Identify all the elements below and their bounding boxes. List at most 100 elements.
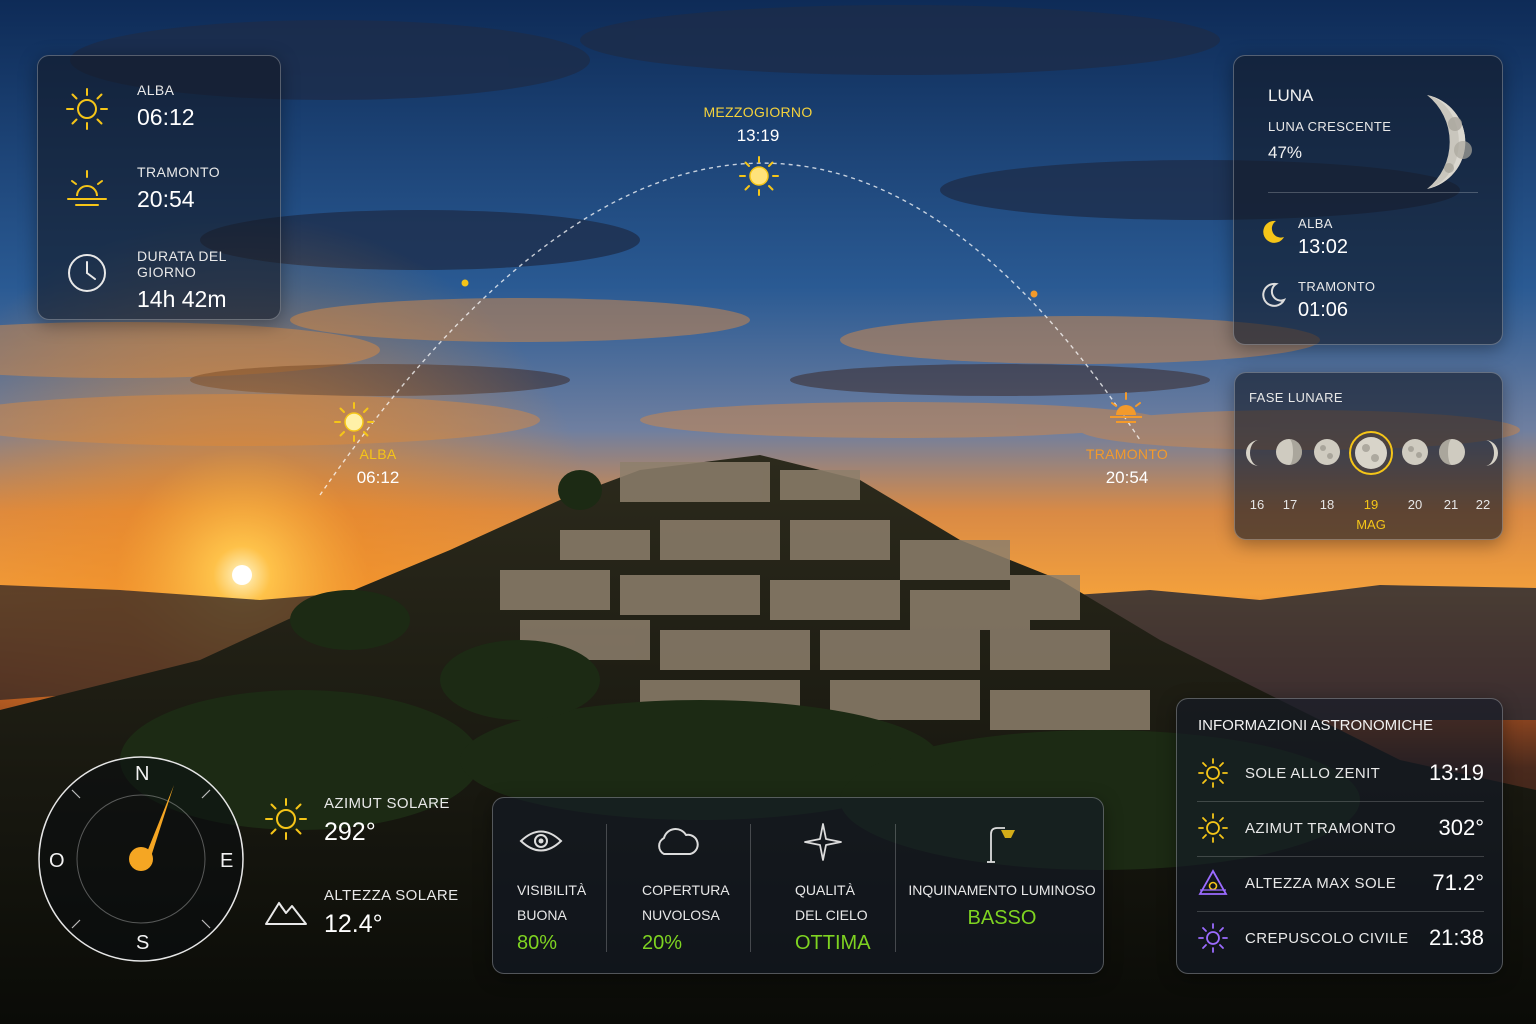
moon-image-icon: [1417, 92, 1479, 192]
astro-row-civil-twilight: CREPUSCOLO CIVILE 21:38: [1197, 911, 1484, 965]
cloud-label-1: COPERTURA: [642, 882, 730, 898]
star-icon: [803, 822, 843, 862]
phase-day-22: 22: [1475, 497, 1491, 512]
astro-title: INFORMAZIONI ASTRONOMICHE: [1198, 717, 1434, 734]
conditions-divider: [750, 824, 751, 952]
sunset-label: TRAMONTO: [137, 164, 221, 180]
moonset-time: 01:06: [1298, 299, 1349, 321]
sun-icon: [1197, 757, 1229, 789]
compass-north: N: [135, 763, 150, 785]
daylength-label: DURATA DEL GIORNO: [137, 248, 227, 280]
street-lamp-icon: [983, 822, 1019, 864]
moon-phase-16-icon[interactable]: [1245, 438, 1269, 468]
visibility-cell: VISIBILITÀ BUONA 80%: [517, 798, 607, 975]
arc-sunset-title: TRAMONTO: [1085, 446, 1169, 462]
sun-icon: [64, 86, 110, 132]
clock-icon: [64, 250, 110, 296]
moonrise-icon: [1258, 217, 1288, 247]
solar-altitude-label: ALTEZZA SOLARE: [324, 887, 459, 904]
moon-phase-name: LUNA CRESCENTE: [1268, 119, 1392, 134]
sky-quality-label-2: DEL CIELO: [795, 907, 868, 923]
sunset-row: [64, 166, 110, 212]
cloud-value: 20%: [642, 932, 683, 954]
solar-azimuth-value: 292°: [324, 818, 376, 846]
light-pollution-cell: INQUINAMENTO LUMINOSO BASSO: [907, 798, 1097, 975]
arc-sunrise-title: ALBA: [359, 446, 397, 462]
sky-conditions-panel: VISIBILITÀ BUONA 80% COPERTURA NUVOLOSA …: [492, 797, 1104, 974]
moon-phase-20-icon[interactable]: [1400, 437, 1430, 467]
solar-altitude-value: 12.4°: [324, 910, 383, 938]
arc-sunset-label: TRAMONTO 20:54: [1086, 446, 1168, 488]
astro-value-civil-twilight: 21:38: [1428, 925, 1484, 950]
compass-south: S: [136, 932, 150, 954]
sunset-time: 20:54: [137, 186, 195, 212]
sunrise-time: 06:12: [137, 104, 195, 130]
astro-row-max-altitude: ALTEZZA MAX SOLE 71.2°: [1197, 856, 1484, 910]
astro-label-civil-twilight: CREPUSCOLO CIVILE: [1245, 929, 1409, 947]
sun-times-panel: ALBA 06:12 TRAMONTO 20:54 DURATA DEL GIO…: [37, 55, 281, 320]
visibility-label-2: BUONA: [517, 907, 567, 923]
sky-quality-cell: QUALITÀ DEL CIELO OTTIMA: [795, 798, 885, 975]
moon-phase-21-icon[interactable]: [1437, 437, 1467, 467]
visibility-label-1: VISIBILITÀ: [517, 882, 587, 898]
moon-title: LUNA: [1268, 86, 1314, 105]
arc-sunset-time: 20:54: [1105, 468, 1149, 487]
moonset-icon: [1258, 280, 1288, 310]
astro-label-max-altitude: ALTEZZA MAX SOLE: [1245, 874, 1397, 892]
phase-day-19: 19: [1363, 497, 1379, 512]
sunset-icon: [64, 166, 110, 212]
phase-day-20: 20: [1407, 497, 1423, 512]
noon-title: MEZZOGIORNO: [703, 104, 813, 120]
moon-phase-panel: FASE LUNARE 16 17 18 19 MAG 20 21 22: [1234, 372, 1503, 540]
astro-row-sunset-azimuth: AZIMUT TRAMONTO 302°: [1197, 801, 1484, 855]
astro-label-sunset-azimuth: AZIMUT TRAMONTO: [1245, 819, 1397, 837]
solar-azimuth-label: AZIMUT SOLARE: [324, 795, 450, 812]
compass-widget: N S E O: [37, 755, 245, 963]
astro-value-max-altitude: 71.2°: [1432, 870, 1484, 895]
moon-phase-22-icon[interactable]: [1475, 438, 1499, 468]
sunset-sun-icon: [1106, 391, 1146, 431]
compass-west: O: [49, 850, 65, 872]
cloud-label-2: NUVOLOSA: [642, 907, 720, 923]
astro-value-sunset-azimuth: 302°: [1438, 815, 1484, 840]
triangle-sun-icon: [1197, 867, 1229, 899]
phase-day-17: 17: [1282, 497, 1298, 512]
astronomical-info-panel: INFORMAZIONI ASTRONOMICHE SOLE ALLO ZENI…: [1176, 698, 1503, 974]
sunrise-row: [64, 86, 110, 132]
mountain-icon: [264, 893, 308, 927]
phase-day-18: 18: [1319, 497, 1335, 512]
moonrise-label: ALBA: [1298, 216, 1333, 231]
sunrise-sun-icon: [333, 401, 375, 443]
moon-panel: LUNA LUNA CRESCENTE 47% ALBA 13:02 TRAMO…: [1233, 55, 1503, 345]
visibility-value: 80%: [517, 932, 558, 954]
noon-time: 13:19: [736, 126, 780, 145]
sun-icon: [263, 796, 309, 842]
daylength-row: [64, 250, 110, 296]
compass-east: E: [220, 850, 234, 872]
moonrise-time: 13:02: [1298, 236, 1349, 258]
sun-icon: [1197, 812, 1229, 844]
cloud-icon: [652, 826, 700, 858]
astro-value-zenith: 13:19: [1428, 760, 1484, 785]
moon-illumination: 47%: [1268, 143, 1303, 162]
moon-phase-19-icon[interactable]: [1348, 430, 1394, 476]
phase-month: MAG: [1356, 517, 1386, 532]
daylength-value: 14h 42m: [137, 286, 227, 312]
moon-phase-title: FASE LUNARE: [1249, 390, 1343, 405]
noon-label: MEZZOGIORNO 13:19: [703, 104, 812, 146]
moon-phase-18-icon[interactable]: [1312, 437, 1342, 467]
sky-quality-value: OTTIMA: [795, 932, 871, 954]
sky-quality-label-1: QUALITÀ: [795, 882, 855, 898]
moon-phase-17-icon[interactable]: [1274, 437, 1304, 467]
astro-row-zenith: SOLE ALLO ZENIT 13:19: [1197, 746, 1484, 800]
eye-icon: [519, 826, 563, 856]
noon-sun-icon: [738, 155, 780, 197]
cloud-cover-cell: COPERTURA NUVOLOSA 20%: [642, 798, 737, 975]
phase-day-16: 16: [1249, 497, 1265, 512]
twilight-sun-icon: [1197, 922, 1229, 954]
conditions-divider: [895, 824, 896, 952]
moon-divider: [1268, 192, 1478, 193]
sunrise-label: ALBA: [137, 82, 175, 98]
moonset-label: TRAMONTO: [1298, 279, 1376, 294]
arc-sunrise-label: ALBA 06:12: [357, 446, 400, 488]
